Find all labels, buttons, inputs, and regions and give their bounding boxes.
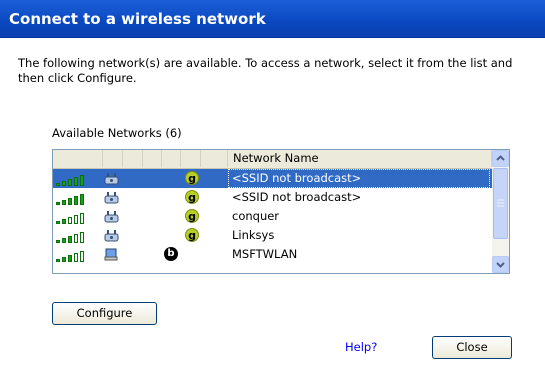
signal-bar — [80, 213, 84, 224]
signal-bar — [68, 179, 72, 186]
signal-bar — [80, 232, 84, 243]
signal-strength-icon — [56, 193, 96, 205]
signal-bar — [62, 238, 66, 243]
help-link[interactable]: Help? — [345, 340, 377, 354]
column-header-g[interactable] — [181, 150, 201, 167]
signal-bar — [56, 202, 60, 205]
signal-bar — [68, 255, 72, 262]
scroll-up-button[interactable] — [492, 150, 509, 167]
scroll-thumb[interactable] — [493, 168, 508, 239]
close-button[interactable]: Close — [432, 336, 512, 359]
signal-bar — [68, 217, 72, 224]
column-header-network-name[interactable]: Network Name — [228, 150, 492, 167]
signal-bar — [56, 183, 60, 186]
column-header-ad-hoc[interactable] — [143, 150, 162, 167]
signal-bar — [74, 234, 78, 243]
signal-bar — [56, 259, 60, 262]
chevron-up-icon — [496, 155, 505, 161]
column-header-security[interactable] — [123, 150, 143, 167]
network-list[interactable]: Network Name g <SSID not broadcast> g <SSID… — [52, 149, 510, 274]
network-name: <SSID not broadcast> — [232, 190, 362, 204]
signal-bar — [80, 194, 84, 205]
signal-bar — [74, 177, 78, 186]
description-text: The following network(s) are available. … — [18, 56, 513, 85]
signal-strength-icon — [56, 250, 96, 262]
adhoc-computer-icon — [104, 248, 118, 261]
signal-strength-icon — [56, 212, 96, 224]
wireless-dialog: Connect to a wireless network The follow… — [0, 0, 545, 389]
signal-bar — [62, 219, 66, 224]
signal-bar — [74, 196, 78, 205]
network-name: <SSID not broadcast> — [228, 169, 490, 188]
signal-bar — [74, 215, 78, 224]
configure-button[interactable]: Configure — [52, 302, 157, 325]
signal-bar — [80, 175, 84, 186]
signal-bar — [74, 253, 78, 262]
signal-bar — [62, 181, 66, 186]
wireless-b-icon: b — [164, 247, 178, 261]
signal-bar — [62, 200, 66, 205]
signal-bar — [56, 221, 60, 224]
signal-bar — [68, 236, 72, 243]
available-networks-label: Available Networks (6) — [52, 126, 182, 140]
network-icon — [104, 173, 119, 185]
list-scrollbar[interactable] — [492, 150, 509, 273]
column-header-type[interactable] — [103, 150, 123, 167]
signal-bar — [62, 257, 66, 262]
network-row[interactable]: g conquer — [53, 207, 492, 226]
signal-strength-icon — [56, 174, 96, 186]
network-name: MSFTWLAN — [232, 247, 298, 261]
signal-bar — [80, 251, 84, 262]
chevron-down-icon — [496, 262, 505, 268]
signal-bar — [68, 198, 72, 205]
network-row[interactable]: g Linksys — [53, 226, 492, 245]
wireless-g-icon: g — [185, 209, 199, 223]
network-name: conquer — [232, 209, 280, 223]
network-name: Linksys — [232, 228, 275, 242]
network-row[interactable]: g <SSID not broadcast> — [53, 188, 492, 207]
network-icon — [104, 211, 119, 223]
network-row[interactable]: g <SSID not broadcast> — [53, 169, 492, 188]
list-header: Network Name — [53, 150, 492, 169]
dialog-content: The following network(s) are available. … — [0, 38, 545, 389]
network-row[interactable]: b MSFTWLAN — [53, 245, 492, 264]
network-icon — [104, 230, 119, 242]
wireless-g-icon: g — [185, 190, 199, 204]
column-header-b[interactable] — [162, 150, 181, 167]
dialog-title: Connect to a wireless network — [0, 0, 545, 38]
network-icon — [104, 192, 119, 204]
signal-bar — [56, 240, 60, 243]
wireless-g-icon: g — [185, 228, 199, 242]
grip-icon — [497, 199, 504, 207]
column-header-a[interactable] — [201, 150, 228, 167]
column-header-signal[interactable] — [53, 150, 103, 167]
wireless-g-icon: g — [185, 171, 199, 185]
signal-strength-icon — [56, 231, 96, 243]
scroll-down-button[interactable] — [492, 256, 509, 273]
